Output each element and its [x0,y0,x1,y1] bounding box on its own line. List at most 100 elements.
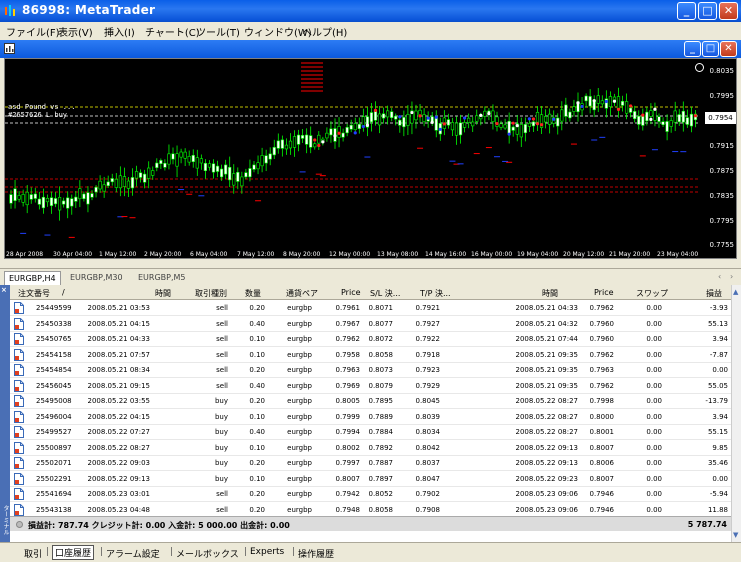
candle-body [543,116,548,123]
candle-body [402,117,406,128]
closed-order-icon [14,410,24,423]
menu-help[interactable]: ヘルプ(H) [302,24,347,39]
table-row[interactable]: 25450338 2008.05.21 04:15 sell 0.40 eurgbp 0.… [10,316,731,332]
candle-body [377,113,382,126]
tab-eurgbp-h4[interactable]: EURGBP,H4 [4,271,61,285]
col-sort-icon[interactable]: / [62,288,65,297]
candle-body [471,121,475,127]
tab-alerts[interactable]: アラーム設定 [106,547,160,560]
cell-order: 25450765 [36,335,72,343]
cell-type: sell [216,350,228,359]
cell-type: buy [214,428,228,436]
col-profit[interactable]: 損益 [706,288,722,299]
candle-body [179,151,183,158]
cell-close-price: 0.7946 [589,505,615,514]
terminal-scrollbar[interactable]: ▲ ▼ [731,285,741,542]
menu-insert[interactable]: 挿入(I) [104,24,135,39]
tab-journal[interactable]: 操作履歴 [298,547,334,560]
candle-body [25,191,29,206]
price-label: 0.7915 [709,142,735,150]
candle-body [608,96,612,108]
cell-order: 25499527 [36,428,72,436]
table-row[interactable]: 25454158 2008.05.21 07:57 sell 0.10 eurgbp 0.… [10,347,731,363]
col-pair[interactable]: 通貨ペア [286,288,318,299]
close-button[interactable]: ✕ [719,2,738,20]
candle-body [325,132,329,139]
trade-marker [693,114,698,118]
minimize-button[interactable]: _ [677,2,696,20]
candle-body [560,109,564,122]
table-row[interactable]: 25499527 2008.05.22 07:27 buy 0.40 eurgbp 0.7… [10,424,731,440]
candle-body [78,188,82,200]
candle-body [264,155,268,164]
candle-body [118,175,122,189]
table-row[interactable]: 25502071 2008.05.22 09:03 buy 0.20 eurgbp 0.7… [10,455,731,471]
menu-view[interactable]: 表示(V) [58,24,93,39]
cell-sl: 0.8058 [368,350,394,359]
scroll-up-icon[interactable]: ▲ [733,288,738,296]
col-close-price[interactable]: Price [594,288,614,297]
tab-eurgbp-m5[interactable]: EURGBP,M5 [134,271,190,285]
tab-scroll-left-icon[interactable]: ‹ [718,272,721,281]
trade-marker [479,113,483,117]
tab-experts[interactable]: Experts [250,547,284,557]
chart-info-line1: asd Pound vs ... [8,103,76,111]
table-row[interactable]: 25456045 2008.05.21 09:15 sell 0.40 eurgbp 0.… [10,378,731,394]
cell-close-price: 0.8000 [589,412,615,421]
trade-marker [463,116,467,120]
tab-scroll-right-icon[interactable]: › [730,272,733,281]
candle-body [386,110,390,118]
trade-marker [511,121,515,125]
maximize-button[interactable]: □ [698,2,717,20]
tab-trade[interactable]: 取引 [24,547,42,560]
cell-price: 0.7969 [335,381,361,390]
price-chart[interactable]: asd Pound vs ... #2657626 L buy 0.8035 0… [4,58,737,259]
table-row[interactable]: 25450765 2008.05.21 04:33 sell 0.10 eurgbp 0.… [10,331,731,347]
table-row[interactable]: 25496004 2008.05.22 04:15 buy 0.10 eurgbp 0.7… [10,409,731,425]
candle-body [29,194,33,200]
trade-marker [361,124,365,129]
col-order[interactable]: 注文番号 [18,288,50,299]
cell-close-time: 2008.05.22 08:27 [515,397,578,405]
cell-time: 2008.05.22 04:15 [87,412,150,421]
tab-eurgbp-m30[interactable]: EURGBP,M30 [66,271,127,285]
table-row[interactable]: 25502291 2008.05.22 09:13 buy 0.10 eurgbp 0.8… [10,471,731,487]
col-qty[interactable]: 数量 [245,288,261,299]
menu-tools[interactable]: ツール(T) [196,24,240,39]
candle-body [633,111,637,120]
terminal-close-icon[interactable]: × [1,286,7,294]
col-swap[interactable]: スワップ [636,288,668,299]
col-price[interactable]: Price [341,288,361,297]
table-row[interactable]: 25454854 2008.05.21 08:34 sell 0.20 eurgbp 0.… [10,362,731,378]
menu-chart[interactable]: チャート(C) [145,24,200,39]
col-tp[interactable]: T/P 決... [420,288,451,299]
col-type[interactable]: 取引種別 [195,288,227,299]
cell-order: 25454158 [36,350,72,359]
candle-body [669,120,673,127]
table-row[interactable]: 25541694 2008.05.23 03:01 sell 0.20 eurgbp 0.… [10,486,731,502]
col-close-time[interactable]: 時間 [542,288,558,299]
candle-body [228,166,232,181]
chart-close-button[interactable]: ✕ [720,41,737,57]
cell-swap: 0.00 [646,474,662,483]
table-row[interactable]: 25500897 2008.05.22 08:27 buy 0.10 eurgbp 0.8… [10,440,731,456]
cell-tp: 0.7922 [415,335,441,343]
tab-account-history[interactable]: 口座履歴 [52,545,95,560]
chart-restore-button[interactable]: □ [702,41,719,57]
candle-body [511,126,515,131]
chart-minimize-button[interactable]: _ [684,41,701,57]
candle-body [531,121,536,127]
col-sl[interactable]: S/L 決... [370,288,400,299]
scroll-down-icon[interactable]: ▼ [733,531,738,539]
menu-file[interactable]: ファイル(F) [6,24,60,39]
table-row[interactable]: 25495008 2008.05.22 03:55 buy 0.20 eurgbp 0.8… [10,393,731,409]
cell-sl: 0.7892 [368,443,394,452]
tab-mailbox[interactable]: メールボックス [176,547,239,560]
cell-close-price: 0.8001 [589,428,615,436]
cell-sl: 0.8073 [368,366,394,374]
closed-order-icon [14,302,24,314]
col-open-time[interactable]: 時間 [155,288,171,299]
table-row[interactable]: 25449599 2008.05.21 03:53 sell 0.20 eurgbp 0.… [10,300,731,316]
metatrader-app-icon [5,5,15,16]
trade-marker [321,140,325,144]
